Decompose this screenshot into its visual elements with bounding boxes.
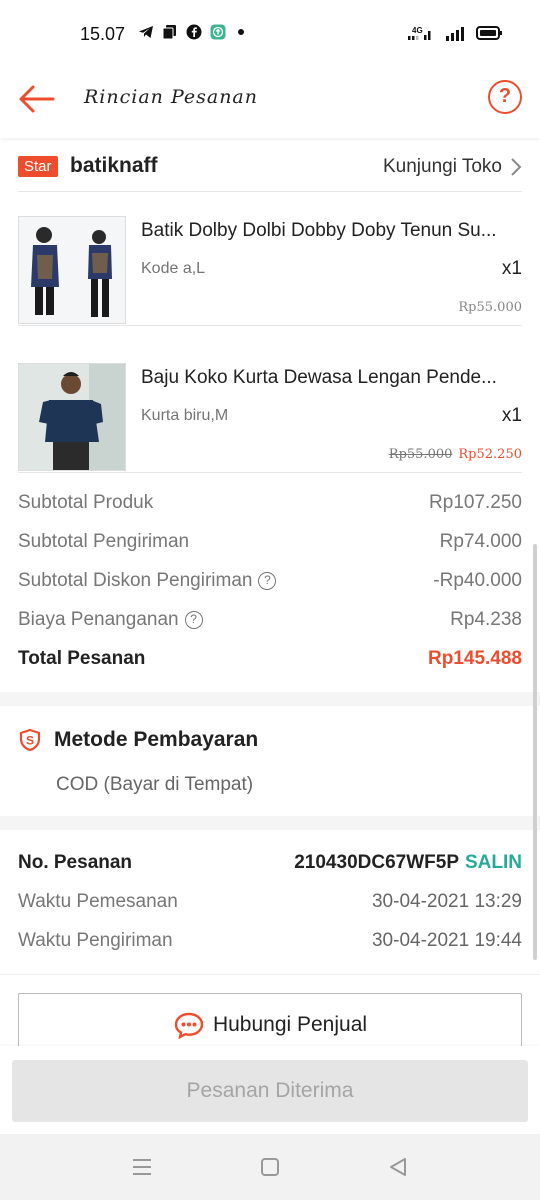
product-image bbox=[18, 363, 126, 471]
diskon-pengiriman-label: Subtotal Diskon Pengiriman bbox=[18, 570, 253, 591]
total-pesanan-label: Total Pesanan bbox=[18, 648, 146, 669]
order-number-value: 210430DC67WF5P bbox=[294, 852, 459, 873]
product-quantity: x1 bbox=[501, 258, 522, 279]
copy-order-number-button[interactable]: SALIN bbox=[465, 852, 522, 873]
biaya-penanganan-label: Biaya Penanganan bbox=[18, 609, 179, 630]
menu-icon[interactable] bbox=[130, 1156, 154, 1178]
signal-strength-icon bbox=[446, 27, 464, 41]
product-name: Batik Dolby Dolbi Dobby Doby Tenun Su... bbox=[141, 220, 497, 241]
order-details-content[interactable]: Star batiknaff Kunjungi Toko Batik Dolby… bbox=[0, 138, 540, 1046]
network-type: 4G bbox=[412, 26, 423, 35]
total-pesanan-row: Total Pesanan Rp145.488 bbox=[18, 648, 522, 674]
biaya-penanganan-row: Biaya Penanganan ? Rp4.238 bbox=[18, 609, 522, 635]
product-original-price: Rp55.000 bbox=[388, 447, 453, 462]
product-name: Baju Koko Kurta Dewasa Lengan Pende... bbox=[141, 367, 497, 388]
product-variant: Kode a,L bbox=[141, 260, 206, 277]
section-divider bbox=[0, 692, 540, 706]
divider bbox=[0, 974, 540, 975]
subtotal-pengiriman-row: Subtotal Pengiriman Rp74.000 bbox=[18, 531, 522, 557]
diskon-pengiriman-value: -Rp40.000 bbox=[433, 570, 522, 591]
section-divider bbox=[0, 816, 540, 830]
order-time-value: 30-04-2021 13:29 bbox=[371, 891, 522, 912]
subtotal-pengiriman-value: Rp74.000 bbox=[439, 531, 522, 552]
biaya-penanganan-value: Rp4.238 bbox=[450, 609, 522, 630]
telegram-icon bbox=[139, 26, 153, 38]
subtotal-produk-value: Rp107.250 bbox=[429, 492, 522, 513]
page-title: Rincian Pesanan bbox=[84, 86, 258, 108]
status-time: 15.07 bbox=[80, 24, 126, 44]
notification-icons bbox=[138, 24, 244, 40]
info-help-icon[interactable]: ? bbox=[258, 572, 277, 590]
shipping-time-value: 30-04-2021 19:44 bbox=[371, 930, 522, 951]
order-item[interactable]: Baju Koko Kurta Dewasa Lengan Pende... K… bbox=[18, 345, 522, 473]
kurta-product-photo bbox=[19, 364, 125, 470]
order-number-label: No. Pesanan bbox=[18, 852, 133, 873]
scrollbar[interactable] bbox=[533, 544, 537, 960]
chevron-right-icon bbox=[511, 158, 522, 176]
svg-text:S: S bbox=[26, 734, 34, 748]
info-help-icon[interactable]: ? bbox=[184, 611, 203, 629]
copy-icon bbox=[162, 25, 176, 40]
payment-title-text: Metode Pembayaran bbox=[54, 728, 259, 751]
order-item[interactable]: Batik Dolby Dolbi Dobby Doby Tenun Su...… bbox=[18, 198, 522, 326]
system-status: 4G bbox=[408, 24, 504, 42]
back-arrow-icon[interactable] bbox=[18, 82, 56, 116]
batik-product-photo bbox=[19, 217, 125, 323]
status-bar: 15.07 4G bbox=[0, 0, 540, 66]
chat-icon bbox=[174, 1012, 204, 1039]
visit-shop-link[interactable]: Kunjungi Toko bbox=[383, 156, 522, 178]
facebook-icon bbox=[186, 24, 202, 40]
star-seller-badge: Star bbox=[18, 156, 58, 177]
upload-icon bbox=[210, 24, 226, 40]
home-icon[interactable] bbox=[258, 1156, 282, 1178]
order-time-label: Waktu Pemesanan bbox=[18, 891, 178, 912]
battery-icon bbox=[476, 26, 502, 40]
shipping-time-row: Waktu Pengiriman 30-04-2021 19:44 bbox=[18, 930, 522, 956]
help-icon[interactable]: ? bbox=[488, 80, 522, 114]
payment-method-title: S Metode Pembayaran bbox=[18, 728, 258, 752]
product-quantity: x1 bbox=[501, 405, 522, 426]
more-notifications-dot bbox=[238, 29, 244, 35]
app-header: Rincian Pesanan ? bbox=[0, 66, 540, 138]
order-time-row: Waktu Pemesanan 30-04-2021 13:29 bbox=[18, 891, 522, 917]
visit-shop-label: Kunjungi Toko bbox=[382, 156, 502, 177]
subtotal-produk-label: Subtotal Produk bbox=[18, 492, 154, 513]
product-price: Rp55.000 bbox=[458, 300, 522, 315]
back-icon[interactable] bbox=[386, 1156, 410, 1178]
order-received-button[interactable]: Pesanan Diterima bbox=[12, 1060, 528, 1122]
contact-seller-button[interactable]: Hubungi Penjual bbox=[18, 993, 522, 1046]
shop-name: batiknaff bbox=[70, 154, 158, 177]
product-price-wrap: Rp55.000 Rp52.250 bbox=[389, 447, 522, 462]
system-nav-bar bbox=[0, 1134, 540, 1200]
subtotal-pengiriman-label: Subtotal Pengiriman bbox=[18, 531, 190, 552]
subtotal-produk-row: Subtotal Produk Rp107.250 bbox=[18, 492, 522, 518]
payment-method-value: COD (Bayar di Tempat) bbox=[56, 774, 254, 795]
bottom-action-bar: Pesanan Diterima bbox=[0, 1046, 540, 1134]
contact-seller-label: Hubungi Penjual bbox=[212, 1013, 368, 1036]
shield-payment-icon: S bbox=[19, 728, 41, 752]
diskon-pengiriman-row: Subtotal Diskon Pengiriman ? -Rp40.000 bbox=[18, 570, 522, 596]
shop-row: Star batiknaff Kunjungi Toko bbox=[18, 144, 522, 192]
total-pesanan-value: Rp145.488 bbox=[427, 648, 522, 669]
signal-icon: 4G bbox=[408, 26, 431, 40]
order-number-row: No. Pesanan 210430DC67WF5P SALIN bbox=[18, 852, 522, 878]
product-variant: Kurta biru,M bbox=[141, 407, 229, 424]
shipping-time-label: Waktu Pengiriman bbox=[18, 930, 173, 951]
product-image bbox=[18, 216, 126, 324]
product-discount-price: Rp52.250 bbox=[458, 447, 522, 462]
